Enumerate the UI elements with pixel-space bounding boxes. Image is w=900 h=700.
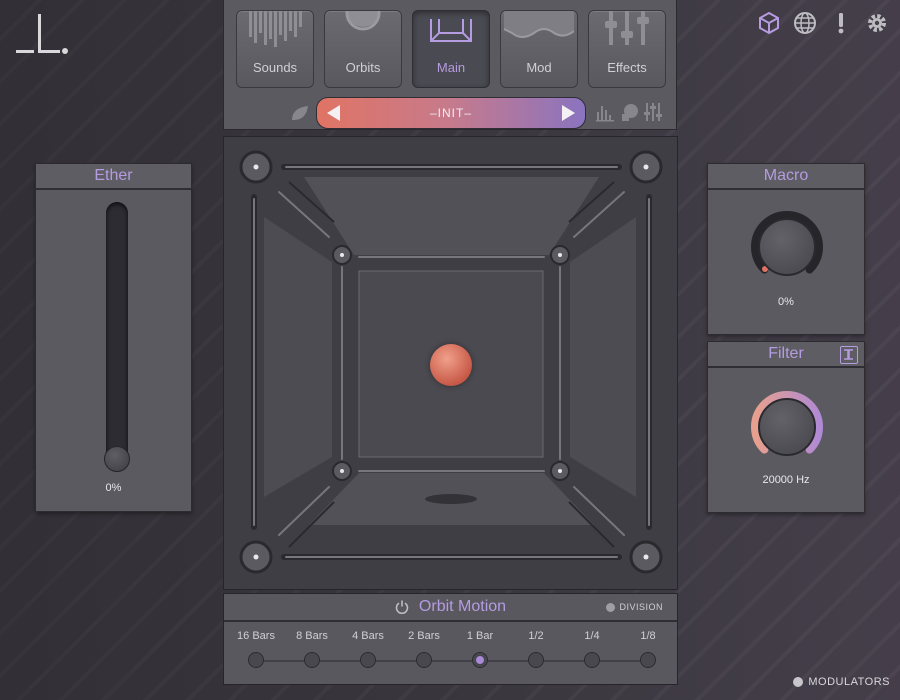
ether-slider-thumb[interactable]	[104, 446, 130, 472]
filter-title: Filter	[768, 345, 804, 362]
tab-label: Sounds	[252, 60, 298, 75]
tab-sounds[interactable]: Sounds	[236, 10, 314, 88]
filter-panel: Filter 20000 Hz	[707, 341, 865, 513]
tab-label: Effects	[607, 60, 647, 75]
modulators-toggle[interactable]: MODULATORS	[793, 676, 890, 688]
division-radio[interactable]	[472, 652, 488, 668]
leaf-icon[interactable]	[290, 104, 310, 122]
macro-value: 0%	[778, 296, 794, 308]
tab-main[interactable]: Main	[412, 10, 490, 88]
nav-tabs: Sounds Orbits Main Mod Effects	[236, 10, 666, 88]
division-radio[interactable]	[304, 652, 320, 668]
preset-selector[interactable]: –INIT–	[316, 97, 586, 129]
division-item-label: 1/8	[640, 630, 656, 642]
next-preset-button[interactable]	[561, 105, 575, 121]
orbit-icon	[325, 11, 401, 57]
ether-value: 0%	[105, 482, 122, 494]
globe-icon[interactable]	[792, 10, 818, 36]
preset-name: –INIT–	[429, 106, 472, 120]
modulators-label: MODULATORS	[808, 676, 890, 688]
division-radio[interactable]	[416, 652, 432, 668]
division-item[interactable]: 1/2	[508, 630, 564, 668]
sliders-icon	[589, 11, 665, 57]
ether-panel: Ether 0%	[35, 163, 192, 512]
spectrum-icon[interactable]	[596, 102, 614, 122]
tab-mod[interactable]: Mod	[500, 10, 578, 88]
preset-tools	[596, 102, 662, 122]
division-item-label: 16 Bars	[237, 630, 275, 642]
modulators-indicator	[793, 677, 804, 687]
division-item[interactable]: 2 Bars	[396, 630, 452, 668]
orbit-motion-panel: Orbit Motion DIVISION 16 Bars 8 Bars 4 Bar…	[223, 593, 678, 685]
shape-icon[interactable]	[620, 102, 638, 122]
alert-icon[interactable]	[828, 10, 854, 36]
division-radio[interactable]	[360, 652, 376, 668]
orbit-cube-view[interactable]	[223, 136, 678, 590]
macro-title: Macro	[708, 164, 864, 190]
tab-label: Main	[436, 60, 466, 75]
filter-knob[interactable]	[750, 390, 824, 464]
prev-preset-button[interactable]	[327, 105, 340, 121]
division-label: DIVISION	[619, 602, 663, 612]
top-icon-bar	[756, 10, 890, 36]
division-item-label: 1 Bar	[466, 630, 494, 642]
division-radio[interactable]	[528, 652, 544, 668]
tab-label: Mod	[526, 60, 552, 75]
division-toggle[interactable]: DIVISION	[606, 602, 663, 612]
division-item[interactable]: 1/4	[564, 630, 620, 668]
mixer-icon[interactable]	[644, 102, 662, 122]
cube-icon	[413, 11, 489, 57]
division-indicator	[606, 602, 616, 612]
tab-orbits[interactable]: Orbits	[324, 10, 402, 88]
filter-header: Filter	[708, 342, 864, 368]
division-item-label: 8 Bars	[296, 630, 328, 642]
nav-panel: Sounds Orbits Main Mod Effects –INIT–	[223, 0, 677, 130]
division-item[interactable]: 1 Bar	[452, 630, 508, 668]
division-item[interactable]: 4 Bars	[340, 630, 396, 668]
wave-icon	[501, 11, 577, 57]
orbit-ball[interactable]	[430, 344, 472, 386]
tab-label: Orbits	[345, 60, 381, 75]
macro-panel: Macro 0%	[707, 163, 865, 335]
power-icon[interactable]	[395, 600, 409, 615]
ether-title: Ether	[36, 164, 191, 190]
division-item-label: 1/4	[584, 630, 600, 642]
ether-slider-track[interactable]	[106, 202, 128, 470]
gear-icon[interactable]	[864, 10, 890, 36]
division-radio[interactable]	[584, 652, 600, 668]
division-radio[interactable]	[640, 652, 656, 668]
division-item-label: 1/2	[528, 630, 544, 642]
waveform-icon	[237, 11, 313, 57]
logo	[12, 12, 68, 58]
macro-knob[interactable]	[750, 210, 824, 284]
orbit-motion-header: Orbit Motion DIVISION	[224, 594, 677, 622]
division-item[interactable]: 16 Bars	[228, 630, 284, 668]
orbit-motion-title: Orbit Motion	[418, 598, 507, 615]
division-item-label: 4 Bars	[352, 630, 384, 642]
division-item[interactable]: 1/8	[620, 630, 676, 668]
filter-type-icon[interactable]	[840, 346, 858, 364]
tab-effects[interactable]: Effects	[588, 10, 666, 88]
cube-icon[interactable]	[756, 10, 782, 36]
division-selector: 16 Bars 8 Bars 4 Bars 2 Bars 1 Bar 1/2 1/4 1/8	[224, 622, 677, 682]
division-item-label: 2 Bars	[408, 630, 440, 642]
filter-value: 20000 Hz	[762, 474, 810, 486]
division-item[interactable]: 8 Bars	[284, 630, 340, 668]
division-radio[interactable]	[248, 652, 264, 668]
